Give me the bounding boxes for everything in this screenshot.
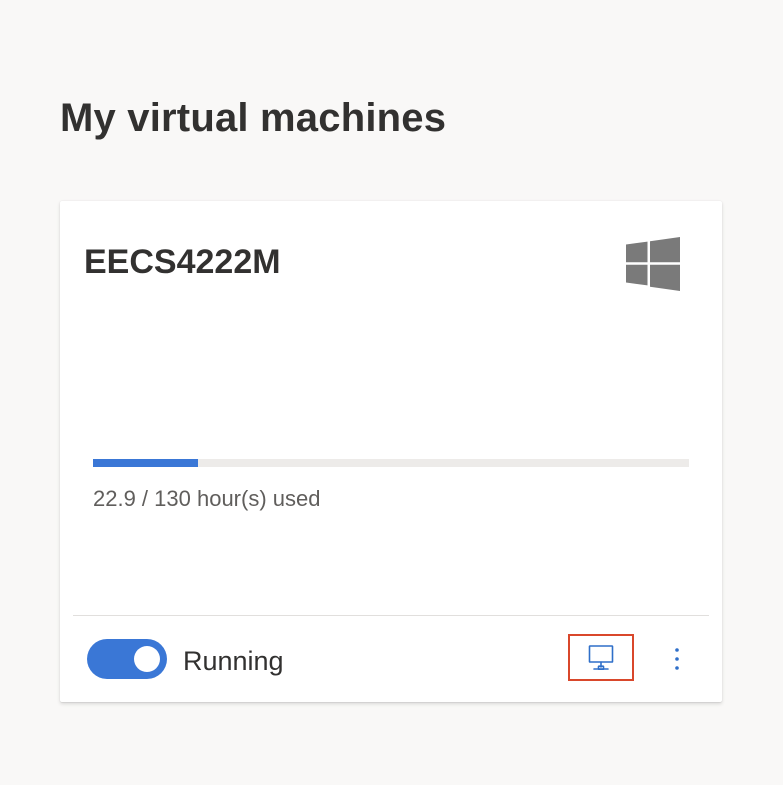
- usage-progress-fill: [93, 459, 198, 467]
- usage-text: 22.9 / 130 hour(s) used: [93, 486, 321, 511]
- vm-status-label: Running: [183, 646, 284, 676]
- more-options-button[interactable]: [663, 639, 691, 679]
- vm-name: EECS4222M: [84, 243, 281, 281]
- toggle-knob: [134, 646, 160, 672]
- usage-progress-bar: [93, 459, 689, 467]
- connect-button[interactable]: [568, 634, 634, 681]
- card-divider: [73, 615, 709, 616]
- vm-power-toggle[interactable]: [87, 639, 167, 679]
- remote-desktop-icon: [588, 644, 614, 670]
- vm-card: EECS4222M 22.9 / 130 hour(s) used Runnin…: [60, 201, 722, 702]
- page-title: My virtual machines: [60, 96, 447, 140]
- more-vertical-icon: [675, 648, 679, 670]
- windows-logo-icon: [626, 237, 680, 291]
